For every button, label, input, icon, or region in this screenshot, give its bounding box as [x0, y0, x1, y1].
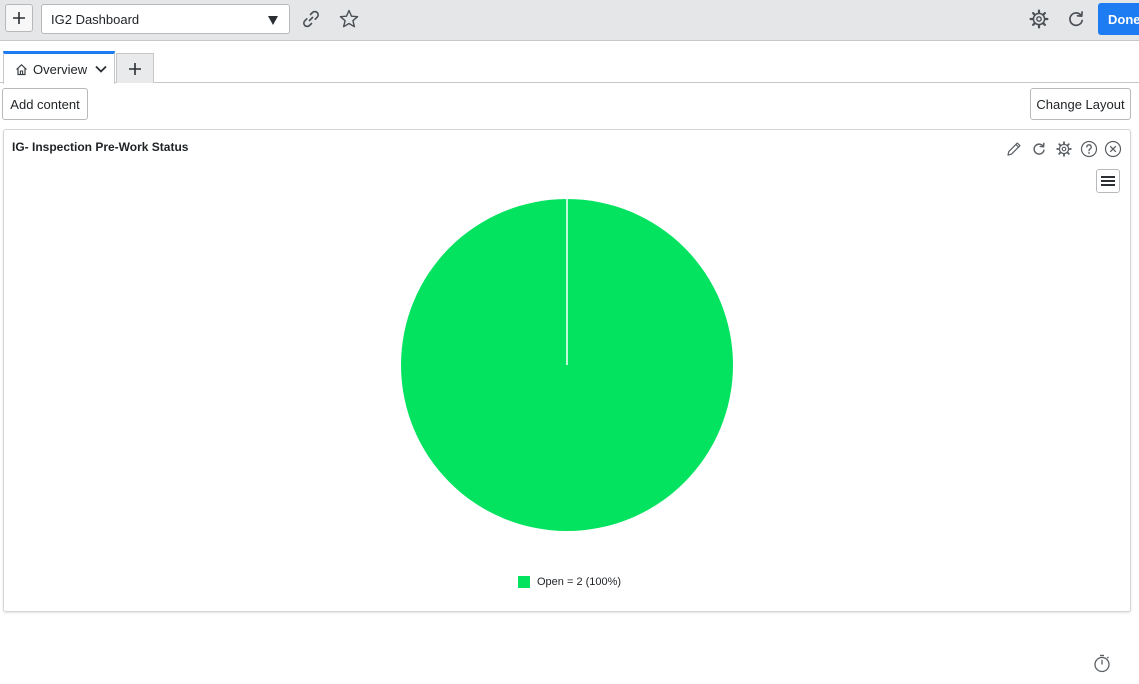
- link-icon: [303, 10, 319, 28]
- widget-title: IG- Inspection Pre-Work Status: [12, 140, 189, 154]
- change-layout-button[interactable]: Change Layout: [1030, 88, 1131, 120]
- pie-chart: [401, 199, 733, 531]
- dashboard-picker-value: IG2 Dashboard: [51, 11, 140, 27]
- widget-settings-button[interactable]: [1054, 139, 1074, 159]
- widget-help-button[interactable]: [1079, 139, 1099, 159]
- plus-icon: [13, 12, 25, 24]
- close-widget-button[interactable]: [1103, 139, 1123, 159]
- share-link-button[interactable]: [299, 7, 323, 31]
- chevron-down-icon[interactable]: [94, 62, 108, 76]
- add-content-button[interactable]: Add content: [2, 88, 88, 120]
- legend-label-open: Open = 2 (100%): [537, 576, 622, 588]
- report-widget: IG- Inspection Pre-Work Status Open = 2 …: [3, 129, 1131, 612]
- dashboard-settings-button[interactable]: [1027, 7, 1051, 31]
- pencil-icon: [1007, 142, 1021, 156]
- done-button[interactable]: Done: [1098, 3, 1139, 35]
- home-icon: [16, 63, 27, 75]
- add-dashboard-button[interactable]: [5, 4, 33, 32]
- gear-icon: [1029, 9, 1049, 29]
- response-time-button[interactable]: [1091, 652, 1113, 674]
- add-tab-button[interactable]: [116, 53, 154, 83]
- tab-bar: Overview: [0, 51, 1139, 84]
- star-icon: [339, 9, 359, 28]
- dashboard-picker[interactable]: IG2 Dashboard: [41, 4, 290, 34]
- caret-down-icon: [268, 16, 278, 25]
- legend-swatch-open: [518, 576, 530, 588]
- top-bar: IG2 Dashboard Done: [0, 0, 1139, 41]
- refresh-icon: [1033, 142, 1045, 155]
- plus-icon: [129, 62, 141, 75]
- refresh-widget-button[interactable]: [1029, 139, 1049, 159]
- refresh-icon: [1069, 11, 1084, 27]
- gear-icon: [1056, 141, 1072, 157]
- tab-overview-label: Overview: [33, 61, 88, 77]
- tab-overview[interactable]: Overview: [3, 51, 115, 84]
- chart-legend[interactable]: Open = 2 (100%): [518, 576, 621, 588]
- chart-menu-button[interactable]: [1096, 169, 1120, 193]
- stopwatch-icon: [1094, 654, 1110, 673]
- close-icon: [1104, 140, 1122, 158]
- refresh-dashboard-button[interactable]: [1064, 7, 1088, 31]
- help-icon: [1080, 140, 1098, 158]
- edit-widget-button[interactable]: [1004, 139, 1024, 159]
- hamburger-icon: [1101, 176, 1115, 186]
- favorite-button[interactable]: [337, 7, 361, 31]
